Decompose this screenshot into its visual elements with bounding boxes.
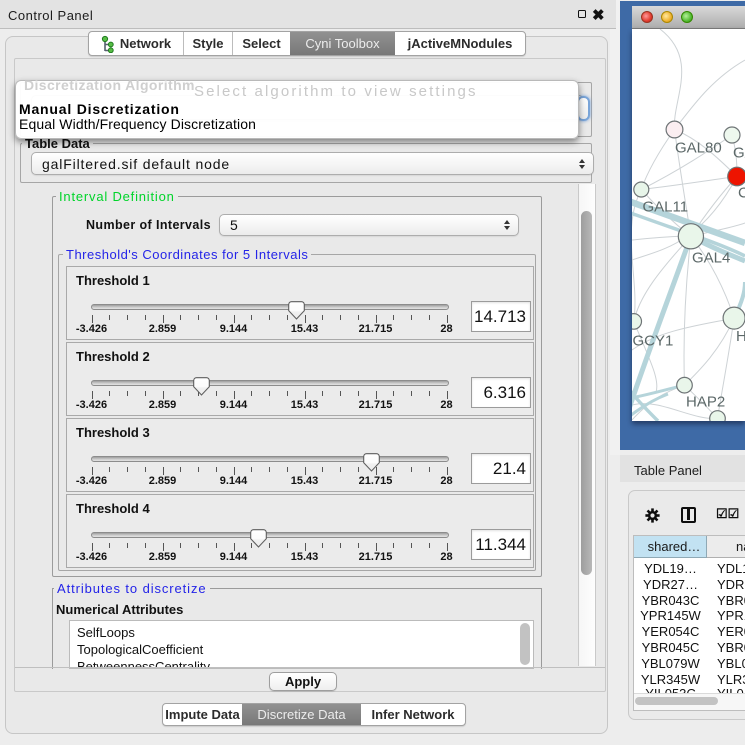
svg-text:GAL4: GAL4 [692,250,730,267]
svg-text:GAL80: GAL80 [675,140,722,157]
svg-text:HAP2: HAP2 [686,394,725,411]
svg-text:GCY1: GCY1 [633,333,674,350]
svg-text:GA: GA [733,145,745,162]
svg-text:GAL11: GAL11 [643,199,689,216]
svg-text:H: H [736,328,745,345]
svg-text:C: C [738,185,745,202]
